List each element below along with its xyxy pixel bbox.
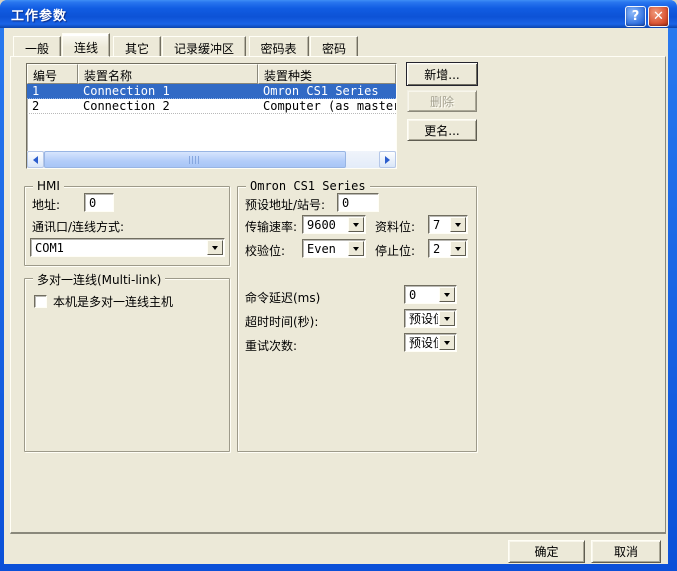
retry-label: 重试次数: bbox=[245, 337, 297, 354]
chevron-down-icon bbox=[212, 246, 218, 250]
parity-label: 校验位: bbox=[245, 242, 285, 259]
multilink-master-label: 本机是多对一连线主机 bbox=[53, 293, 173, 310]
right-arrow-icon bbox=[385, 156, 390, 164]
add-button[interactable]: 新增... bbox=[406, 62, 478, 86]
data-bits-label: 资料位: bbox=[375, 218, 415, 235]
timeout-combo[interactable]: 预设值 bbox=[404, 309, 457, 328]
chevron-down-icon bbox=[353, 223, 359, 227]
data-bits-combo[interactable]: 7 bbox=[428, 215, 468, 234]
stop-bits-combo-dropdown[interactable] bbox=[450, 241, 466, 256]
rename-button[interactable]: 更名... bbox=[407, 119, 477, 141]
preset-address-input[interactable] bbox=[337, 193, 379, 212]
parity-combo-value: Even bbox=[303, 242, 347, 256]
dialog-working-parameters: 工作参数 ? ✕ 一般连线其它记录缓冲区密码表密码 编号装置名称装置种类 1Co… bbox=[0, 0, 677, 571]
tab-6[interactable]: 密码 bbox=[310, 36, 358, 57]
tab-3[interactable]: 其它 bbox=[113, 36, 161, 57]
column-header-1[interactable]: 编号 bbox=[27, 64, 78, 84]
port-combo-dropdown[interactable] bbox=[207, 240, 223, 255]
tab-1[interactable]: 一般 bbox=[13, 36, 61, 57]
table-cell-no: 2 bbox=[27, 99, 78, 113]
parity-combo-dropdown[interactable] bbox=[348, 241, 364, 256]
table-cell-no: 1 bbox=[27, 84, 78, 98]
port-combo[interactable]: COM1 bbox=[30, 238, 225, 257]
scroll-left-icon[interactable] bbox=[27, 151, 44, 168]
table-cell-type: Computer (as master) bbox=[258, 99, 396, 113]
tab-2[interactable]: 连线 bbox=[62, 33, 110, 57]
baud-combo[interactable]: 9600 bbox=[302, 215, 366, 234]
port-combo-value: COM1 bbox=[31, 241, 206, 255]
dialog-client-area: 一般连线其它记录缓冲区密码表密码 编号装置名称装置种类 1Connection … bbox=[4, 28, 668, 564]
column-header-2[interactable]: 装置名称 bbox=[78, 64, 258, 84]
hmi-group-title: HMI bbox=[33, 179, 64, 193]
multilink-group-title: 多对一连线(Multi-link) bbox=[33, 271, 165, 288]
device-list-body: 1Connection 1Omron CS1 Series2Connection… bbox=[27, 84, 396, 114]
device-list-header: 编号装置名称装置种类 bbox=[27, 64, 396, 84]
chevron-down-icon bbox=[353, 247, 359, 251]
table-cell-name: Connection 2 bbox=[78, 99, 258, 113]
chevron-down-icon bbox=[455, 247, 461, 251]
stop-bits-combo[interactable]: 2 bbox=[428, 239, 468, 258]
address-input[interactable] bbox=[84, 193, 114, 212]
scrollbar-track[interactable] bbox=[44, 151, 379, 168]
delete-button[interactable]: 删除 bbox=[407, 90, 477, 112]
chevron-down-icon bbox=[444, 293, 450, 297]
baud-combo-value: 9600 bbox=[303, 218, 347, 232]
tab-5[interactable]: 密码表 bbox=[249, 36, 309, 57]
stop-bits-label: 停止位: bbox=[375, 242, 415, 259]
cmd-delay-label: 命令延迟(ms) bbox=[245, 289, 320, 306]
left-arrow-icon bbox=[33, 156, 38, 164]
timeout-combo-dropdown[interactable] bbox=[439, 311, 455, 326]
port-label: 通讯口/连线方式: bbox=[32, 218, 124, 235]
data-bits-combo-dropdown[interactable] bbox=[450, 217, 466, 232]
table-cell-type: Omron CS1 Series bbox=[258, 84, 396, 98]
parity-combo[interactable]: Even bbox=[302, 239, 366, 258]
table-row[interactable]: 2Connection 2Computer (as master) bbox=[27, 99, 396, 114]
timeout-label: 超时时间(秒): bbox=[245, 313, 318, 330]
horizontal-scrollbar[interactable] bbox=[27, 151, 396, 168]
scrollbar-thumb[interactable] bbox=[44, 151, 346, 168]
retry-combo[interactable]: 预设值 bbox=[404, 333, 457, 352]
retry-combo-value: 预设值 bbox=[405, 334, 438, 351]
data-bits-combo-value: 7 bbox=[429, 218, 449, 232]
table-row[interactable]: 1Connection 1Omron CS1 Series bbox=[27, 84, 396, 99]
column-header-3[interactable]: 装置种类 bbox=[258, 64, 396, 84]
cmd-delay-combo[interactable]: 0 bbox=[404, 285, 457, 304]
preset-address-label: 预设地址/站号: bbox=[245, 196, 325, 213]
cmd-delay-combo-value: 0 bbox=[405, 288, 438, 302]
multilink-master-checkbox[interactable] bbox=[34, 295, 47, 308]
multilink-master-option[interactable]: 本机是多对一连线主机 bbox=[34, 293, 173, 310]
baud-combo-dropdown[interactable] bbox=[348, 217, 364, 232]
cancel-button[interactable]: 取消 bbox=[591, 540, 661, 563]
baud-label: 传输速率: bbox=[245, 218, 297, 235]
chevron-down-icon bbox=[455, 223, 461, 227]
table-cell-name: Connection 1 bbox=[78, 84, 258, 98]
cmd-delay-combo-dropdown[interactable] bbox=[439, 287, 455, 302]
tab-4[interactable]: 记录缓冲区 bbox=[162, 36, 246, 57]
timeout-combo-value: 预设值 bbox=[405, 310, 438, 327]
chevron-down-icon bbox=[444, 341, 450, 345]
scrollbar-grip-icon bbox=[189, 156, 200, 164]
retry-combo-dropdown[interactable] bbox=[439, 335, 455, 350]
device-settings-group-title: Omron CS1 Series bbox=[246, 179, 370, 193]
chevron-down-icon bbox=[444, 317, 450, 321]
scroll-right-icon[interactable] bbox=[379, 151, 396, 168]
ok-button[interactable]: 确定 bbox=[508, 540, 585, 563]
stop-bits-combo-value: 2 bbox=[429, 242, 449, 256]
address-label: 地址: bbox=[32, 196, 60, 213]
